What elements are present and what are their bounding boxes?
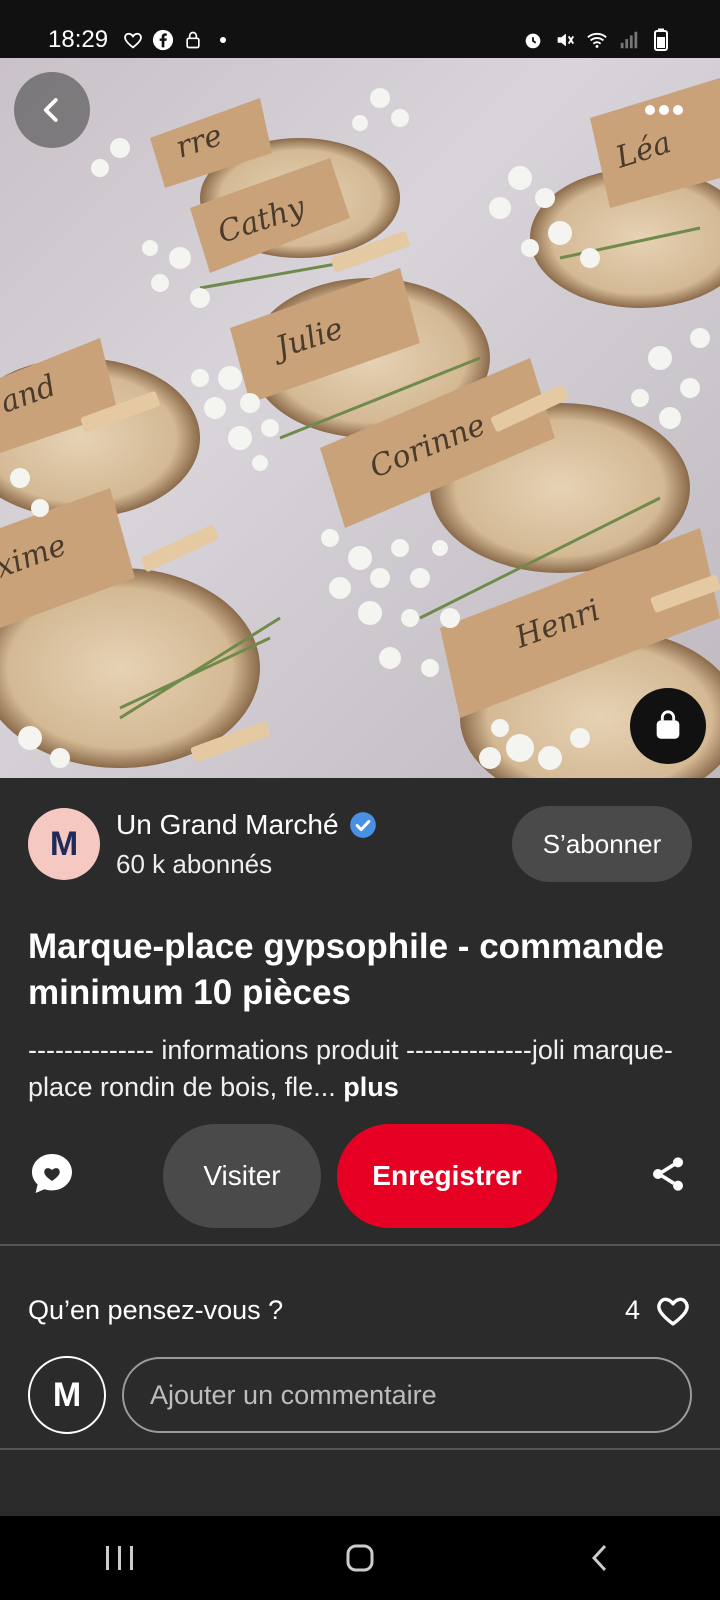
pin-title: Marque-place gypsophile - commande minim… <box>28 927 664 1012</box>
like-count: 4 <box>624 1294 640 1325</box>
system-nav-bar <box>0 1516 720 1600</box>
pin-details: M Un Grand Marché 60 k abonnés S’abonner… <box>0 778 720 1518</box>
subscriber-count: 60 k abonnés <box>116 848 273 879</box>
chevron-left-icon <box>43 98 58 122</box>
shop-button[interactable] <box>630 688 706 764</box>
comment-input[interactable] <box>122 1357 692 1433</box>
section-divider <box>0 1448 720 1450</box>
like-group[interactable]: 4 <box>625 1293 692 1327</box>
dot-icon <box>212 29 234 51</box>
comments-question: Qu’en pensez-vous ? <box>28 1294 284 1325</box>
more-dots-icon <box>645 105 683 115</box>
action-bar: Visiter Enregistrer <box>0 1124 720 1228</box>
status-left-icons <box>122 29 234 51</box>
comments-header: Qu’en pensez-vous ? 4 <box>28 1290 692 1330</box>
status-right-icons <box>522 28 672 51</box>
comment-button[interactable] <box>28 1150 76 1198</box>
section-divider <box>0 1244 720 1246</box>
save-button[interactable]: Enregistrer <box>337 1124 557 1228</box>
back-nav-button[interactable] <box>560 1528 640 1588</box>
creator-avatar[interactable]: M <box>28 808 100 880</box>
visit-button[interactable]: Visiter <box>163 1124 321 1228</box>
status-time: 18:29 <box>48 26 109 53</box>
lock-icon <box>182 29 204 51</box>
home-icon <box>346 1544 374 1572</box>
battery-icon <box>650 28 672 51</box>
shopping-bag-icon <box>656 710 680 739</box>
verified-badge-icon <box>349 811 376 838</box>
home-button[interactable] <box>320 1528 400 1588</box>
read-more-link[interactable]: plus <box>343 1072 399 1102</box>
pin-image[interactable]: Cathy Julie Corinne Henri Léa xime and r… <box>0 58 720 778</box>
more-options-button[interactable] <box>628 90 700 130</box>
alarm-icon <box>522 29 544 51</box>
heart-icon[interactable] <box>654 1293 692 1327</box>
user-avatar[interactable]: M <box>28 1356 106 1434</box>
facebook-icon <box>152 29 174 51</box>
comment-heart-icon <box>32 1154 72 1193</box>
creator-info[interactable]: M Un Grand Marché 60 k abonnés <box>28 808 377 880</box>
back-button[interactable] <box>14 72 90 148</box>
recent-apps-button[interactable] <box>80 1528 160 1588</box>
share-icon <box>653 1157 683 1191</box>
add-comment-row: M <box>28 1356 692 1434</box>
recent-apps-icon <box>106 1546 133 1570</box>
pin-description: -------------- informations produit ----… <box>28 1032 688 1106</box>
back-arrow-icon <box>591 1544 607 1572</box>
signal-icon <box>618 29 640 51</box>
creator-text: Un Grand Marché 60 k abonnés <box>116 809 377 880</box>
creator-name[interactable]: Un Grand Marché <box>116 809 339 841</box>
mute-icon <box>554 29 576 51</box>
share-button[interactable] <box>648 1154 688 1194</box>
follow-button[interactable]: S’abonner <box>512 806 692 882</box>
heart-outline-icon <box>122 29 144 51</box>
wifi-icon <box>586 29 608 51</box>
creator-name-row: Un Grand Marché <box>116 809 377 841</box>
pin-image-illustration: Cathy Julie Corinne Henri Léa xime and r… <box>0 78 720 778</box>
